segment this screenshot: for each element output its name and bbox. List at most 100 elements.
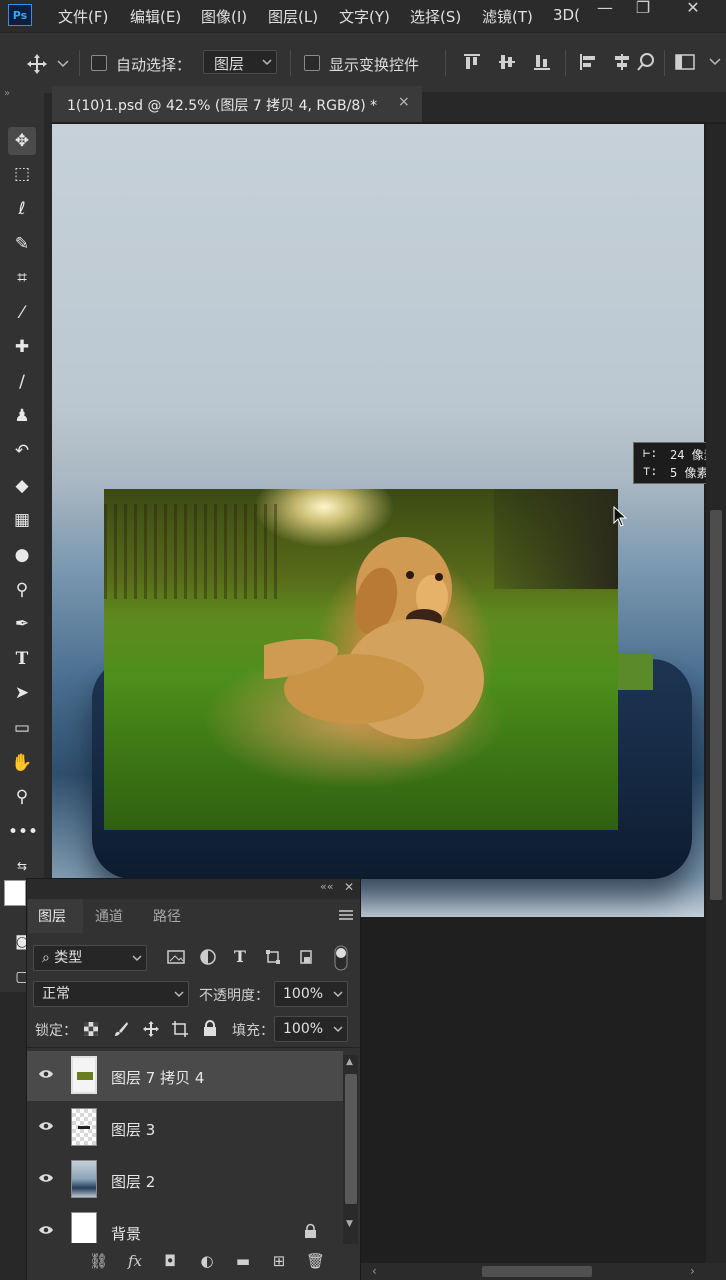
history-brush-icon[interactable]: ↶: [8, 437, 36, 465]
lock-transparent-icon[interactable]: [83, 1021, 99, 1037]
menu-3d[interactable]: 3D(: [553, 6, 580, 24]
fx-icon[interactable]: fx: [126, 1252, 144, 1270]
move-tool-icon[interactable]: [26, 53, 48, 75]
restore-button[interactable]: ❐: [628, 0, 658, 18]
close-tab-button[interactable]: ×: [398, 94, 410, 110]
lock-all-icon[interactable]: [203, 1020, 217, 1037]
document-tab[interactable]: 1(10)1.psd @ 42.5% (图层 7 拷贝 4, RGB/8) * …: [52, 86, 422, 122]
close-window-button[interactable]: ✕: [678, 0, 708, 18]
filter-toggle-icon[interactable]: [334, 945, 348, 971]
eraser-icon[interactable]: ◆: [8, 472, 36, 500]
search-icon[interactable]: [636, 52, 656, 72]
scroll-left-icon[interactable]: ‹: [372, 1264, 377, 1278]
workspace-icon[interactable]: [675, 52, 695, 72]
layer-thumbnail: [71, 1160, 97, 1198]
layer-row[interactable]: 图层 2: [27, 1155, 343, 1205]
quick-select-icon[interactable]: ✎: [8, 230, 36, 258]
add-mask-icon[interactable]: ◘: [161, 1252, 179, 1270]
visibility-eye-icon[interactable]: [38, 1172, 54, 1184]
dog-photo-layer[interactable]: [104, 489, 618, 830]
canvas-horizontal-scroll-thumb[interactable]: [482, 1266, 592, 1277]
show-transform-checkbox[interactable]: [304, 55, 320, 71]
menu-edit[interactable]: 编辑(E): [130, 6, 181, 27]
swap-colors-icon[interactable]: ⇆: [8, 852, 36, 880]
chevron-down-icon[interactable]: [709, 58, 721, 66]
mouse-cursor-icon: [613, 506, 628, 527]
brush-icon[interactable]: ∕: [8, 368, 36, 396]
align-vcenter-icon[interactable]: [497, 52, 517, 72]
visibility-eye-icon[interactable]: [38, 1120, 54, 1132]
layer-row[interactable]: 图层 7 拷贝 4: [27, 1051, 343, 1101]
new-group-icon[interactable]: ▬: [234, 1252, 252, 1270]
menu-file[interactable]: 文件(F): [58, 6, 108, 27]
align-hcenter-icon[interactable]: [612, 52, 632, 72]
filter-image-icon[interactable]: [167, 949, 185, 965]
auto-select-checkbox[interactable]: [91, 55, 107, 71]
dodge-icon[interactable]: ⚲: [8, 576, 36, 604]
layers-scroll-thumb[interactable]: [345, 1074, 357, 1204]
scroll-right-icon[interactable]: ›: [690, 1264, 695, 1278]
gradient-icon[interactable]: ▦: [8, 506, 36, 534]
menu-layer[interactable]: 图层(L): [268, 6, 318, 27]
panel-menu-icon[interactable]: [339, 909, 353, 921]
blend-mode-dropdown[interactable]: 正常: [33, 981, 189, 1007]
menu-select[interactable]: 选择(S): [410, 6, 461, 27]
lock-position-icon[interactable]: [143, 1021, 159, 1037]
layer-thumbnail: [71, 1108, 97, 1146]
move-icon[interactable]: ✥: [8, 127, 36, 155]
filter-adjustment-icon[interactable]: [200, 949, 216, 965]
stamp-icon[interactable]: ♟: [8, 402, 36, 430]
layer-thumbnail: [71, 1212, 97, 1243]
tab-channels[interactable]: 通道: [95, 906, 123, 926]
filter-kind-dropdown[interactable]: ⌕ 类型: [33, 945, 147, 971]
menu-type[interactable]: 文字(Y): [339, 6, 390, 27]
minimize-button[interactable]: —: [590, 0, 620, 18]
crop-icon[interactable]: ⌗: [8, 264, 36, 292]
visibility-eye-icon[interactable]: [38, 1224, 54, 1236]
filter-type-icon[interactable]: T: [234, 947, 246, 966]
blur-icon[interactable]: ●: [8, 541, 36, 569]
rectangle-icon[interactable]: ▭: [8, 714, 36, 742]
align-top-icon[interactable]: [462, 52, 482, 72]
chevron-down-icon: [262, 59, 272, 66]
align-bottom-icon[interactable]: [532, 52, 552, 72]
eyedropper-icon[interactable]: ⁄: [8, 299, 36, 327]
more-icon[interactable]: •••: [8, 818, 38, 846]
type-icon[interactable]: T: [8, 645, 36, 673]
lock-pixels-icon[interactable]: [113, 1021, 129, 1037]
layer-row[interactable]: 图层 3: [27, 1103, 343, 1153]
chevron-down-icon[interactable]: [57, 60, 69, 68]
canvas-vertical-scroll-thumb[interactable]: [710, 510, 722, 900]
link-layers-icon[interactable]: ⛓: [89, 1252, 108, 1270]
foreground-color-swatch[interactable]: [4, 880, 26, 906]
document-canvas[interactable]: [52, 124, 704, 917]
lasso-icon[interactable]: ℓ: [8, 195, 36, 223]
filter-smart-object-icon[interactable]: [299, 949, 313, 965]
scroll-down-icon[interactable]: ▼: [346, 1219, 353, 1229]
fill-field[interactable]: 100%: [274, 1016, 348, 1042]
layer-row[interactable]: 背景: [27, 1207, 343, 1243]
lock-artboard-icon[interactable]: [172, 1021, 188, 1037]
collapse-panel-icon[interactable]: ««: [320, 880, 333, 893]
align-left-icon[interactable]: [578, 52, 598, 72]
pen-icon[interactable]: ✒: [8, 610, 36, 638]
auto-select-dropdown[interactable]: 图层: [203, 50, 277, 74]
tab-paths[interactable]: 路径: [153, 906, 181, 926]
opacity-field[interactable]: 100%: [274, 981, 348, 1007]
new-layer-icon[interactable]: ⊞: [270, 1252, 288, 1270]
menu-filter[interactable]: 滤镜(T): [482, 6, 533, 27]
close-panel-icon[interactable]: ✕: [344, 880, 354, 894]
collapse-icon[interactable]: »: [4, 88, 10, 99]
tab-layers[interactable]: 图层: [38, 906, 66, 926]
path-select-icon[interactable]: ➤: [8, 679, 36, 707]
marquee-icon[interactable]: ⬚: [8, 160, 36, 188]
menu-image[interactable]: 图像(I): [201, 6, 247, 27]
filter-shape-icon[interactable]: [265, 949, 281, 965]
visibility-eye-icon[interactable]: [38, 1068, 54, 1080]
adjustment-layer-icon[interactable]: ◐: [198, 1252, 216, 1270]
hand-icon[interactable]: ✋: [8, 749, 36, 777]
zoom-icon[interactable]: ⚲: [8, 783, 36, 811]
healing-icon[interactable]: ✚: [8, 333, 36, 361]
delete-layer-icon[interactable]: 🗑: [306, 1252, 325, 1270]
scroll-up-icon[interactable]: ▲: [346, 1057, 353, 1067]
